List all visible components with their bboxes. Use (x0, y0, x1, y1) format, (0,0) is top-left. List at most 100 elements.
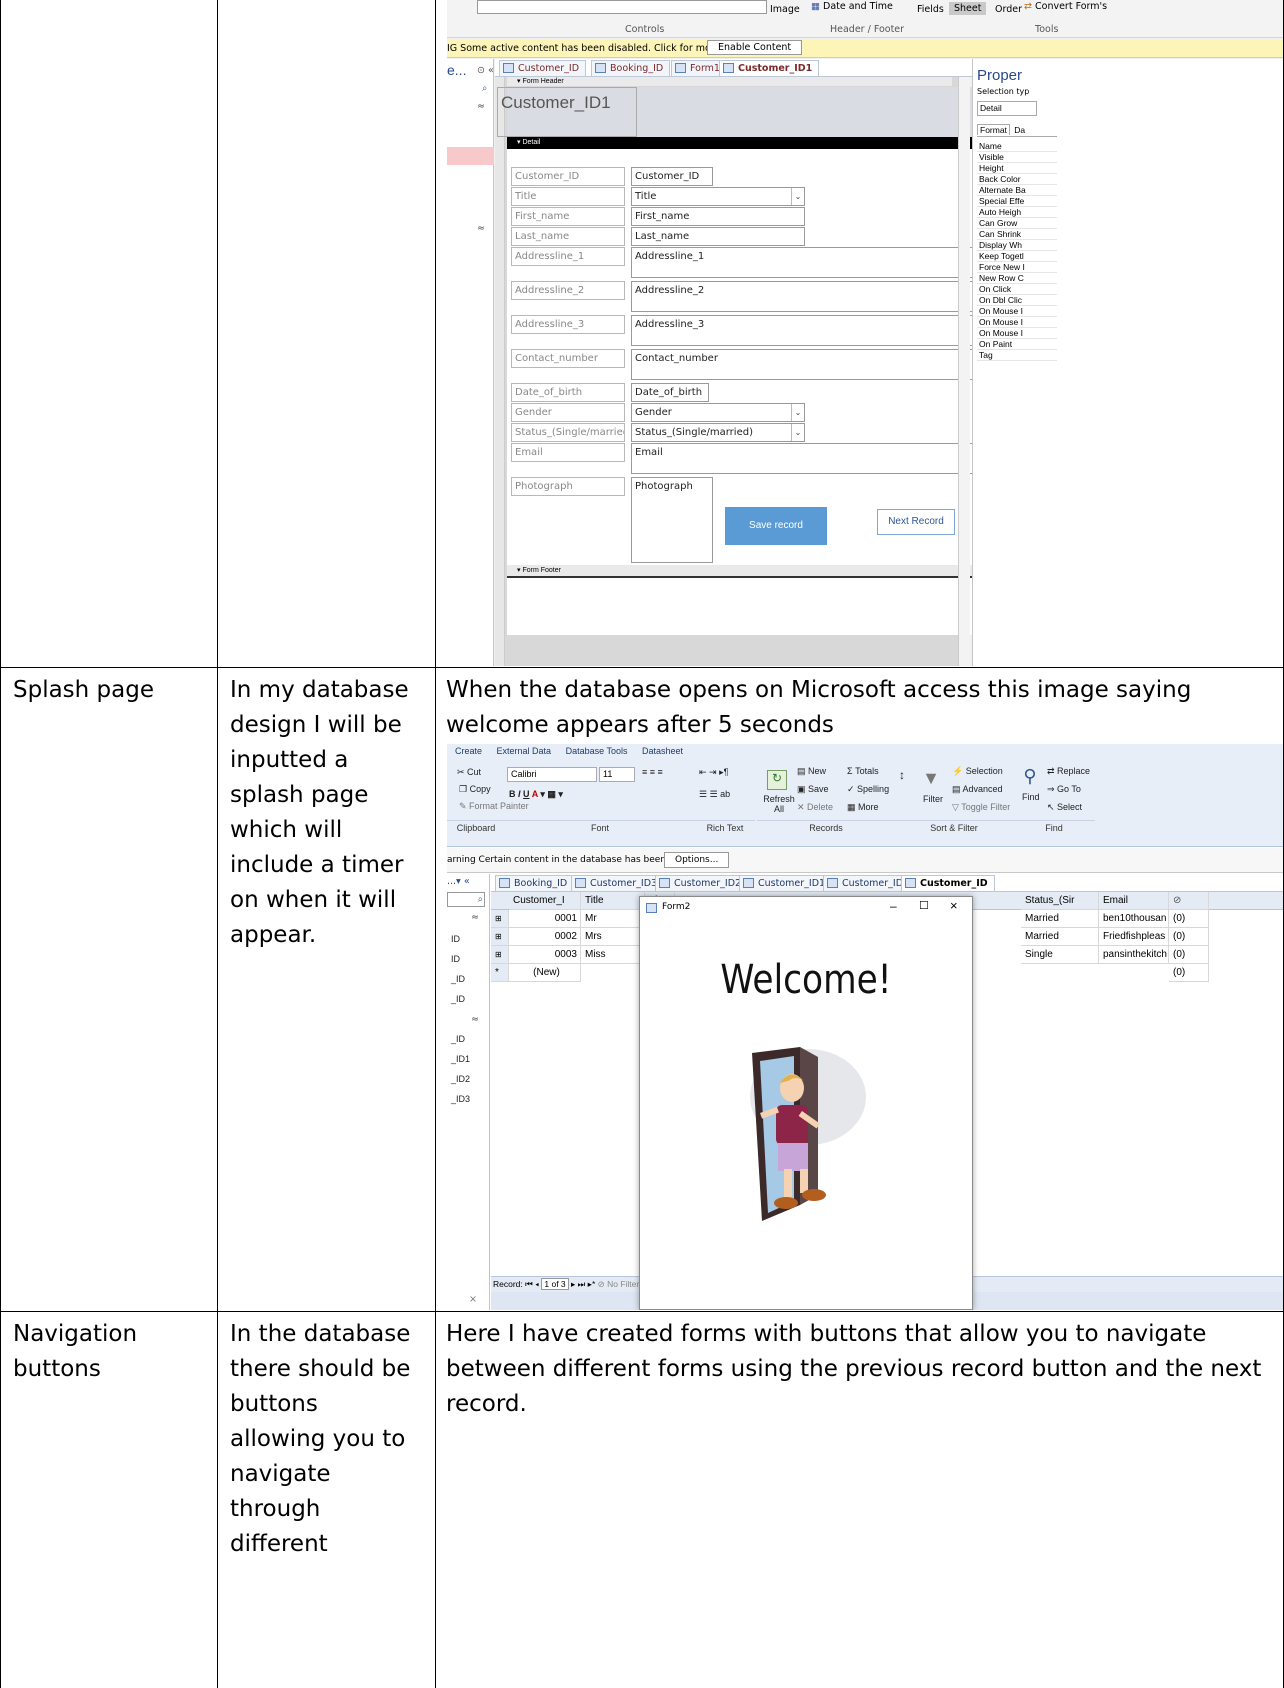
collapse-icon[interactable]: ≈ (477, 223, 485, 234)
format-painter-button[interactable]: ✎ Format Painter (459, 801, 529, 812)
order-button[interactable]: Order (995, 4, 1022, 15)
property-row[interactable]: On Dbl Clic (977, 295, 1057, 306)
indent-icons[interactable]: ⇤ ⇥ ▸¶ (699, 767, 728, 778)
date-time-button[interactable]: Date and Time (823, 1, 893, 12)
property-row[interactable]: Force New I (977, 262, 1057, 273)
property-row[interactable]: Name (977, 141, 1057, 152)
next-record-icons[interactable]: ▸ ⏭ ▸* (571, 1279, 598, 1289)
property-row[interactable]: Tag (977, 350, 1057, 361)
property-row[interactable]: Can Grow (977, 218, 1057, 229)
tab-datasheet[interactable]: Datasheet (642, 746, 683, 756)
tab-format[interactable]: Format (977, 124, 1010, 135)
copy-button[interactable]: ❐ Copy (459, 784, 491, 795)
search-icon[interactable]: ⌕ (482, 83, 487, 94)
toggle-filter-button[interactable]: ▽ Toggle Filter (952, 802, 1010, 813)
selection-dropdown[interactable]: Detail (977, 101, 1037, 116)
find-button[interactable]: Find (1022, 792, 1040, 802)
property-row[interactable]: On Mouse I (977, 306, 1057, 317)
totals-button[interactable]: Σ Totals (847, 766, 879, 776)
tab-database-tools[interactable]: Database Tools (566, 746, 628, 756)
label-addressline-1[interactable]: Addressline_1 (511, 247, 625, 266)
property-row[interactable]: On Paint (977, 339, 1057, 350)
textbox-first-name[interactable]: First_name (631, 207, 805, 226)
replace-button[interactable]: ⇄ Replace (1047, 766, 1090, 777)
font-name-select[interactable]: Calibri (507, 767, 597, 782)
label-customer-id[interactable]: Customer_ID (511, 167, 625, 186)
tab-customer-id1[interactable]: Customer_ID1 (739, 875, 833, 891)
convert-button[interactable]: Convert Form's (1035, 1, 1107, 12)
tab-booking-id[interactable]: Booking_ID (495, 875, 575, 891)
tab-customer-id-form[interactable]: Customer_ID (823, 875, 911, 891)
combo-title[interactable]: Title ⌄ (631, 187, 805, 206)
expand-icon[interactable]: ⊞ (491, 928, 509, 946)
label-date-of-birth[interactable]: Date_of_birth (511, 383, 625, 402)
property-row[interactable]: Display Wh (977, 240, 1057, 251)
combo-status[interactable]: Status_(Single/married) ⌄ (631, 423, 805, 442)
table-cell[interactable]: 0002 (509, 928, 581, 946)
textbox-addressline-3[interactable]: Addressline_3 (631, 315, 975, 346)
spelling-button[interactable]: ✓ Spelling (847, 784, 889, 795)
expand-icon[interactable]: ⊞ (491, 910, 509, 928)
table-cell[interactable]: 0003 (509, 946, 581, 964)
textbox-last-name[interactable]: Last_name (631, 227, 805, 246)
label-last-name[interactable]: Last_name (511, 227, 625, 246)
more-button[interactable]: ▦ More (847, 802, 879, 813)
refresh-all-button[interactable]: Refresh All (762, 794, 796, 814)
chevron-down-icon[interactable]: ⌄ (791, 188, 804, 205)
table-cell[interactable]: Married (1021, 928, 1099, 946)
search-input[interactable]: ⌕ (447, 892, 485, 907)
attachment-cell[interactable]: (0) (1169, 910, 1209, 928)
table-cell[interactable]: Mr (581, 910, 645, 928)
property-row[interactable]: On Mouse I (977, 328, 1057, 339)
property-row[interactable]: On Mouse I (977, 317, 1057, 328)
vertical-scrollbar[interactable] (958, 77, 970, 666)
tab-customer-id-table[interactable]: Customer_ID (901, 875, 995, 891)
tab-customer-id1[interactable]: Customer_ID1 (719, 60, 820, 76)
tab-customer-id[interactable]: Customer_ID (499, 60, 587, 76)
attachment-cell[interactable]: (0) (1169, 946, 1209, 964)
expand-icon[interactable]: ⊞ (491, 946, 509, 964)
column-header[interactable]: Status_(Sir (1021, 892, 1099, 910)
table-cell[interactable]: Married (1021, 910, 1099, 928)
form-header-band[interactable]: ▾ Form Header (507, 77, 952, 86)
nav-item[interactable]: ID (451, 934, 460, 944)
textbox-contact-number[interactable]: Contact_number (631, 349, 975, 380)
table-cell[interactable]: Friedfishpleas (1099, 928, 1169, 946)
label-email[interactable]: Email (511, 443, 625, 462)
tab-customer-id3[interactable]: Customer_ID3 (571, 875, 665, 891)
nav-item[interactable]: ID (451, 954, 460, 964)
filter-button[interactable]: Filter (923, 794, 943, 804)
label-first-name[interactable]: First_name (511, 207, 625, 226)
minimize-icon[interactable]: – (890, 899, 897, 913)
property-row[interactable]: Height (977, 163, 1057, 174)
label-addressline-2[interactable]: Addressline_2 (511, 281, 625, 300)
table-cell[interactable]: 0001 (509, 910, 581, 928)
save-record-button[interactable]: Save record (725, 507, 827, 545)
label-gender[interactable]: Gender (511, 403, 625, 422)
select-button[interactable]: ↖ Select (1047, 802, 1082, 813)
table-cell[interactable]: Miss (581, 946, 645, 964)
enable-content-button[interactable]: Enable Content (707, 40, 803, 55)
property-row[interactable]: Can Shrink (977, 229, 1057, 240)
table-cell[interactable]: Mrs (581, 928, 645, 946)
new-row-cell[interactable]: (New) (509, 964, 581, 982)
column-header[interactable]: Title (581, 892, 645, 910)
property-row[interactable]: Auto Heigh (977, 207, 1057, 218)
refresh-icon[interactable]: ↻ (767, 770, 787, 790)
cut-button[interactable]: ✂ Cut (457, 767, 481, 778)
nav-item[interactable]: _ID3 (451, 1094, 470, 1104)
attachment-cell[interactable]: (0) (1169, 964, 1209, 982)
font-size-select[interactable]: 11 (599, 767, 635, 782)
binoculars-icon[interactable]: ⚲ (1019, 766, 1041, 788)
align-icons[interactable]: ≡ ≡ ≡ (642, 767, 663, 777)
tab-data[interactable]: Da (1012, 125, 1027, 135)
maximize-icon[interactable]: ☐ (919, 899, 929, 912)
fields-button[interactable]: Fields (917, 4, 944, 15)
nav-pane-menu-icon[interactable]: ...▾ « (447, 876, 470, 887)
tab-customer-id2[interactable]: Customer_ID2 (655, 875, 749, 891)
new-record-button[interactable]: ▤ New (797, 766, 826, 777)
nav-pane-menu-icon[interactable]: ⊙ « (477, 65, 494, 76)
save-button[interactable]: ▣ Save (797, 784, 829, 795)
property-row[interactable]: Keep Togetl (977, 251, 1057, 262)
label-photograph[interactable]: Photograph (511, 477, 625, 496)
